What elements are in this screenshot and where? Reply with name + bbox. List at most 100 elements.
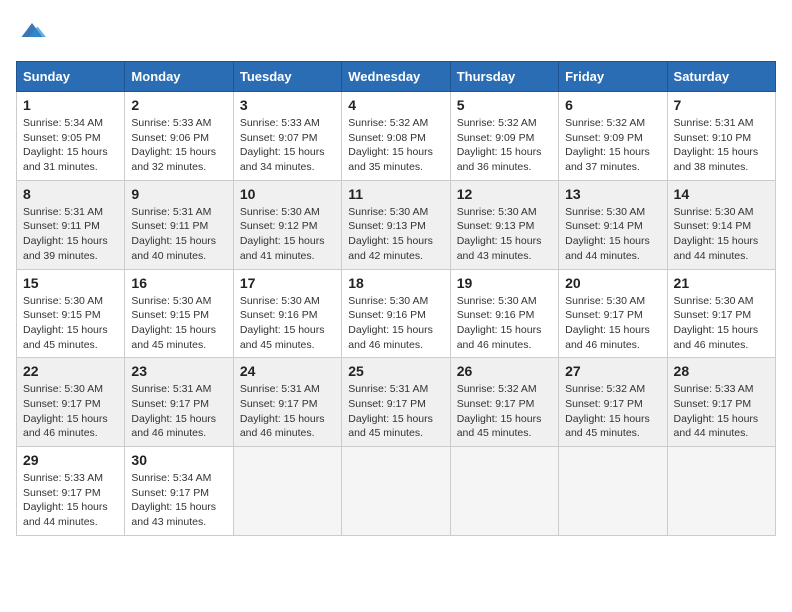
- day-number: 29: [23, 452, 118, 468]
- day-info: Sunrise: 5:32 AM Sunset: 9:08 PM Dayligh…: [348, 116, 443, 175]
- calendar-table: SundayMondayTuesdayWednesdayThursdayFrid…: [16, 61, 776, 536]
- calendar-cell: 17 Sunrise: 5:30 AM Sunset: 9:16 PM Dayli…: [233, 269, 341, 358]
- day-info: Sunrise: 5:30 AM Sunset: 9:13 PM Dayligh…: [457, 205, 552, 264]
- day-info: Sunrise: 5:30 AM Sunset: 9:17 PM Dayligh…: [23, 382, 118, 441]
- day-info: Sunrise: 5:34 AM Sunset: 9:05 PM Dayligh…: [23, 116, 118, 175]
- calendar-week-row: 22 Sunrise: 5:30 AM Sunset: 9:17 PM Dayli…: [17, 358, 776, 447]
- col-header-thursday: Thursday: [450, 62, 558, 92]
- day-number: 25: [348, 363, 443, 379]
- day-number: 3: [240, 97, 335, 113]
- col-header-sunday: Sunday: [17, 62, 125, 92]
- day-info: Sunrise: 5:30 AM Sunset: 9:16 PM Dayligh…: [348, 294, 443, 353]
- day-info: Sunrise: 5:33 AM Sunset: 9:17 PM Dayligh…: [23, 471, 118, 530]
- calendar-cell: 19 Sunrise: 5:30 AM Sunset: 9:16 PM Dayli…: [450, 269, 558, 358]
- day-number: 20: [565, 275, 660, 291]
- col-header-friday: Friday: [559, 62, 667, 92]
- day-number: 9: [131, 186, 226, 202]
- day-number: 26: [457, 363, 552, 379]
- day-number: 11: [348, 186, 443, 202]
- calendar-cell: 10 Sunrise: 5:30 AM Sunset: 9:12 PM Dayli…: [233, 180, 341, 269]
- day-number: 30: [131, 452, 226, 468]
- day-number: 17: [240, 275, 335, 291]
- day-info: Sunrise: 5:30 AM Sunset: 9:15 PM Dayligh…: [131, 294, 226, 353]
- logo: [16, 16, 46, 49]
- col-header-tuesday: Tuesday: [233, 62, 341, 92]
- calendar-cell: 2 Sunrise: 5:33 AM Sunset: 9:06 PM Daylig…: [125, 92, 233, 181]
- day-info: Sunrise: 5:31 AM Sunset: 9:17 PM Dayligh…: [348, 382, 443, 441]
- calendar-cell: 29 Sunrise: 5:33 AM Sunset: 9:17 PM Dayli…: [17, 447, 125, 536]
- day-number: 6: [565, 97, 660, 113]
- day-number: 4: [348, 97, 443, 113]
- day-number: 5: [457, 97, 552, 113]
- calendar-cell: 5 Sunrise: 5:32 AM Sunset: 9:09 PM Daylig…: [450, 92, 558, 181]
- day-number: 12: [457, 186, 552, 202]
- calendar-cell: 22 Sunrise: 5:30 AM Sunset: 9:17 PM Dayli…: [17, 358, 125, 447]
- col-header-monday: Monday: [125, 62, 233, 92]
- day-number: 18: [348, 275, 443, 291]
- calendar-cell: 27Sunrise: 5:32 AM Sunset: 9:17 PM Dayli…: [559, 358, 667, 447]
- day-number: 28: [674, 363, 769, 379]
- calendar-cell: 14Sunrise: 5:30 AM Sunset: 9:14 PM Dayli…: [667, 180, 775, 269]
- day-number: 15: [23, 275, 118, 291]
- calendar-cell: 30 Sunrise: 5:34 AM Sunset: 9:17 PM Dayli…: [125, 447, 233, 536]
- day-info: Sunrise: 5:32 AM Sunset: 9:17 PM Dayligh…: [457, 382, 552, 441]
- day-info: Sunrise: 5:30 AM Sunset: 9:13 PM Dayligh…: [348, 205, 443, 264]
- day-info: Sunrise: 5:32 AM Sunset: 9:09 PM Dayligh…: [565, 116, 660, 175]
- day-number: 7: [674, 97, 769, 113]
- calendar-cell: [450, 447, 558, 536]
- calendar-week-row: 1 Sunrise: 5:34 AM Sunset: 9:05 PM Daylig…: [17, 92, 776, 181]
- calendar-cell: 20 Sunrise: 5:30 AM Sunset: 9:17 PM Dayli…: [559, 269, 667, 358]
- calendar-cell: [667, 447, 775, 536]
- calendar-cell: 18 Sunrise: 5:30 AM Sunset: 9:16 PM Dayli…: [342, 269, 450, 358]
- day-number: 2: [131, 97, 226, 113]
- day-number: 24: [240, 363, 335, 379]
- day-info: Sunrise: 5:31 AM Sunset: 9:17 PM Dayligh…: [240, 382, 335, 441]
- calendar-cell: 21Sunrise: 5:30 AM Sunset: 9:17 PM Dayli…: [667, 269, 775, 358]
- page-header: [16, 16, 776, 49]
- day-info: Sunrise: 5:34 AM Sunset: 9:17 PM Dayligh…: [131, 471, 226, 530]
- calendar-cell: 15 Sunrise: 5:30 AM Sunset: 9:15 PM Dayli…: [17, 269, 125, 358]
- calendar-cell: 6 Sunrise: 5:32 AM Sunset: 9:09 PM Daylig…: [559, 92, 667, 181]
- calendar-week-row: 29 Sunrise: 5:33 AM Sunset: 9:17 PM Dayli…: [17, 447, 776, 536]
- calendar-cell: 28Sunrise: 5:33 AM Sunset: 9:17 PM Dayli…: [667, 358, 775, 447]
- day-number: 1: [23, 97, 118, 113]
- col-header-wednesday: Wednesday: [342, 62, 450, 92]
- calendar-cell: 13 Sunrise: 5:30 AM Sunset: 9:14 PM Dayli…: [559, 180, 667, 269]
- calendar-cell: 26 Sunrise: 5:32 AM Sunset: 9:17 PM Dayli…: [450, 358, 558, 447]
- day-info: Sunrise: 5:30 AM Sunset: 9:14 PM Dayligh…: [674, 205, 769, 264]
- calendar-cell: [559, 447, 667, 536]
- calendar-cell: 1 Sunrise: 5:34 AM Sunset: 9:05 PM Daylig…: [17, 92, 125, 181]
- day-info: Sunrise: 5:30 AM Sunset: 9:12 PM Dayligh…: [240, 205, 335, 264]
- day-number: 22: [23, 363, 118, 379]
- calendar-cell: 25 Sunrise: 5:31 AM Sunset: 9:17 PM Dayli…: [342, 358, 450, 447]
- day-number: 13: [565, 186, 660, 202]
- day-info: Sunrise: 5:30 AM Sunset: 9:16 PM Dayligh…: [240, 294, 335, 353]
- calendar-week-row: 15 Sunrise: 5:30 AM Sunset: 9:15 PM Dayli…: [17, 269, 776, 358]
- day-info: Sunrise: 5:32 AM Sunset: 9:17 PM Dayligh…: [565, 382, 660, 441]
- calendar-cell: 3Sunrise: 5:33 AM Sunset: 9:07 PM Daylig…: [233, 92, 341, 181]
- calendar-cell: 8 Sunrise: 5:31 AM Sunset: 9:11 PM Daylig…: [17, 180, 125, 269]
- calendar-cell: [233, 447, 341, 536]
- day-info: Sunrise: 5:31 AM Sunset: 9:10 PM Dayligh…: [674, 116, 769, 175]
- calendar-cell: 9Sunrise: 5:31 AM Sunset: 9:11 PM Daylig…: [125, 180, 233, 269]
- day-number: 10: [240, 186, 335, 202]
- day-number: 8: [23, 186, 118, 202]
- day-info: Sunrise: 5:31 AM Sunset: 9:11 PM Dayligh…: [23, 205, 118, 264]
- calendar-header-row: SundayMondayTuesdayWednesdayThursdayFrid…: [17, 62, 776, 92]
- day-info: Sunrise: 5:31 AM Sunset: 9:17 PM Dayligh…: [131, 382, 226, 441]
- day-info: Sunrise: 5:33 AM Sunset: 9:06 PM Dayligh…: [131, 116, 226, 175]
- calendar-cell: 16 Sunrise: 5:30 AM Sunset: 9:15 PM Dayli…: [125, 269, 233, 358]
- day-number: 16: [131, 275, 226, 291]
- calendar-cell: 11 Sunrise: 5:30 AM Sunset: 9:13 PM Dayli…: [342, 180, 450, 269]
- calendar-cell: 23Sunrise: 5:31 AM Sunset: 9:17 PM Dayli…: [125, 358, 233, 447]
- day-info: Sunrise: 5:30 AM Sunset: 9:15 PM Dayligh…: [23, 294, 118, 353]
- calendar-cell: 7 Sunrise: 5:31 AM Sunset: 9:10 PM Daylig…: [667, 92, 775, 181]
- day-number: 19: [457, 275, 552, 291]
- calendar-cell: 24 Sunrise: 5:31 AM Sunset: 9:17 PM Dayli…: [233, 358, 341, 447]
- day-info: Sunrise: 5:32 AM Sunset: 9:09 PM Dayligh…: [457, 116, 552, 175]
- calendar-cell: 4 Sunrise: 5:32 AM Sunset: 9:08 PM Daylig…: [342, 92, 450, 181]
- day-info: Sunrise: 5:30 AM Sunset: 9:17 PM Dayligh…: [565, 294, 660, 353]
- day-info: Sunrise: 5:30 AM Sunset: 9:16 PM Dayligh…: [457, 294, 552, 353]
- day-info: Sunrise: 5:30 AM Sunset: 9:14 PM Dayligh…: [565, 205, 660, 264]
- calendar-cell: [342, 447, 450, 536]
